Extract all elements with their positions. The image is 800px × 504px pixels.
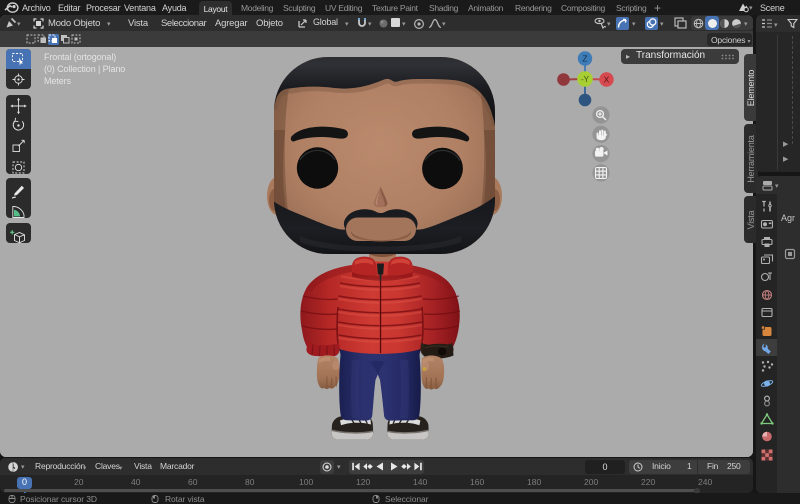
svg-text:Z: Z [582, 54, 587, 64]
svg-text:-Y: -Y [581, 75, 590, 84]
svg-text:X: X [604, 75, 610, 85]
